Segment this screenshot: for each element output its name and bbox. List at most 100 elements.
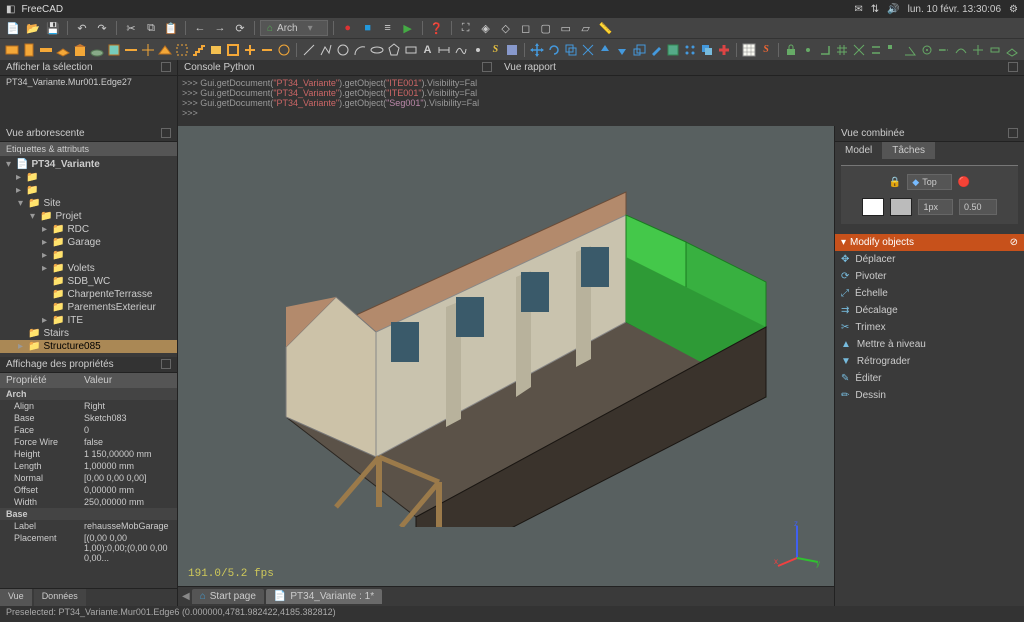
property-row[interactable]: LabelrehausseMobGarage <box>0 520 177 532</box>
network-icon[interactable]: ⇅ <box>871 4 879 15</box>
property-row[interactable]: Height1 150,00000 mm <box>0 448 177 460</box>
draft-to-sketch-icon[interactable] <box>665 41 681 59</box>
move-icon[interactable] <box>529 41 545 59</box>
task-item[interactable]: ⇉Décalage <box>835 302 1024 319</box>
paste-icon[interactable]: 📋 <box>162 19 180 37</box>
wire-icon[interactable] <box>318 41 334 59</box>
remove-icon[interactable] <box>259 41 275 59</box>
workbench-selector[interactable]: ⌂Arch▾ <box>260 20 328 36</box>
rectangle-icon[interactable] <box>403 41 419 59</box>
site-icon[interactable] <box>89 41 105 59</box>
tab-data[interactable]: Données <box>34 589 86 606</box>
circle-icon[interactable] <box>335 41 351 59</box>
property-row[interactable]: Offset0,00000 mm <box>0 484 177 496</box>
snap-par-icon[interactable] <box>868 41 884 59</box>
tab-model[interactable]: Model <box>835 142 882 159</box>
property-row[interactable]: Normal[0,00 0,00 0,00] <box>0 472 177 484</box>
snap-ext-icon[interactable] <box>936 41 952 59</box>
measure-icon[interactable]: 📏 <box>597 19 615 37</box>
snap-ang-icon[interactable] <box>902 41 918 59</box>
refresh-icon[interactable]: ⟳ <box>231 19 249 37</box>
line-icon[interactable] <box>301 41 317 59</box>
save-icon[interactable]: 💾 <box>44 19 62 37</box>
tree-item[interactable]: ▸📁 <box>0 249 177 262</box>
tree-item[interactable]: ▸📁 <box>0 184 177 197</box>
property-row[interactable]: AlignRight <box>0 400 177 412</box>
tab-document[interactable]: 📄PT34_Variante : 1* <box>266 589 382 604</box>
view-cube-icon[interactable]: ◻ <box>517 19 535 37</box>
tree-item[interactable]: ▸📁 <box>0 171 177 184</box>
panel-icon[interactable] <box>208 41 224 59</box>
scale-icon[interactable] <box>631 41 647 59</box>
tree-item[interactable]: ▸📁ITE <box>0 314 177 327</box>
space-icon[interactable] <box>174 41 190 59</box>
section-icon[interactable] <box>123 41 139 59</box>
undo-icon[interactable]: ↶ <box>73 19 91 37</box>
help-icon[interactable]: ❓ <box>428 19 446 37</box>
properties-table[interactable]: ArchAlignRightBaseSketch083Face0Force Wi… <box>0 388 177 589</box>
color-style-icon[interactable]: 🔴 <box>958 177 970 188</box>
roof-icon[interactable] <box>157 41 173 59</box>
tree-item[interactable]: ▾📁Site <box>0 197 177 210</box>
wall-icon[interactable] <box>4 41 20 59</box>
survey-icon[interactable] <box>276 41 292 59</box>
snap-near-icon[interactable] <box>953 41 969 59</box>
task-item[interactable]: ⤢Échelle <box>835 285 1024 302</box>
snap-perp-icon[interactable] <box>817 41 833 59</box>
facebinder-icon[interactable] <box>504 41 520 59</box>
offset-icon[interactable] <box>563 41 579 59</box>
task-collapse-icon[interactable]: ⊘ <box>1010 237 1018 248</box>
property-row[interactable]: Force Wirefalse <box>0 436 177 448</box>
heal-icon[interactable] <box>716 41 732 59</box>
macro-record-icon[interactable]: ● <box>339 19 357 37</box>
task-item[interactable]: ✂Trimex <box>835 319 1024 336</box>
axis-icon[interactable] <box>140 41 156 59</box>
window-icon[interactable] <box>106 41 122 59</box>
macro-list-icon[interactable]: ≡ <box>379 19 397 37</box>
stairs-icon[interactable] <box>191 41 207 59</box>
view-side-icon[interactable]: ▭ <box>557 19 575 37</box>
snap-grid-icon[interactable] <box>834 41 850 59</box>
snap-mid-icon[interactable] <box>800 41 816 59</box>
tree-view[interactable]: ▾📄PT34_Variante ▸📁 ▸📁 ▾📁Site▾📁Projet▸📁RD… <box>0 156 177 357</box>
redo-icon[interactable]: ↷ <box>93 19 111 37</box>
macro-stop-icon[interactable]: ■ <box>359 19 377 37</box>
task-item[interactable]: ⟳Pivoter <box>835 268 1024 285</box>
task-item[interactable]: ▲Mettre à niveau <box>835 336 1024 353</box>
close-icon[interactable] <box>161 128 171 138</box>
settings-icon[interactable]: ⚙ <box>1009 4 1018 15</box>
face-color-picker[interactable] <box>890 198 912 216</box>
mail-icon[interactable]: ✉ <box>854 4 862 15</box>
arrow-left-icon[interactable]: ← <box>191 19 209 37</box>
point-icon[interactable] <box>470 41 486 59</box>
linewidth-spinner[interactable]: 1px <box>918 199 953 215</box>
snap-end-icon[interactable] <box>885 41 901 59</box>
close-icon[interactable] <box>482 62 492 72</box>
open-file-icon[interactable]: 📂 <box>24 19 42 37</box>
tree-item[interactable]: ▸📁Structure085 <box>0 340 177 353</box>
3d-viewport[interactable]: 191.0/5.2 fps z x y <box>178 126 834 586</box>
task-item[interactable]: ✥Déplacer <box>835 251 1024 268</box>
text-icon[interactable]: A <box>420 41 436 59</box>
shapestring-icon[interactable]: S <box>487 41 503 59</box>
tree-item[interactable]: ▸📁RDC <box>0 223 177 236</box>
property-row[interactable]: Placement[(0,00 0,00 1,00);0,00;(0,00 0,… <box>0 532 177 564</box>
task-item[interactable]: ✎Éditer <box>835 370 1024 387</box>
line-color-picker[interactable] <box>862 198 884 216</box>
close-icon[interactable] <box>1008 62 1018 72</box>
tree-item[interactable]: 📁SDB_WC <box>0 275 177 288</box>
snap-cen-icon[interactable] <box>919 41 935 59</box>
cut-icon[interactable]: ✂ <box>122 19 140 37</box>
ellipse-icon[interactable] <box>369 41 385 59</box>
snap-ortho-icon[interactable] <box>970 41 986 59</box>
property-row[interactable]: Face0 <box>0 424 177 436</box>
close-icon[interactable] <box>161 62 171 72</box>
view-fit-icon[interactable]: ⛶ <box>457 19 475 37</box>
upgrade-icon[interactable] <box>597 41 613 59</box>
volume-icon[interactable]: 🔊 <box>887 4 899 15</box>
structure-icon[interactable] <box>21 41 37 59</box>
floor-icon[interactable] <box>55 41 71 59</box>
lock-icon[interactable]: 🔒 <box>889 177 901 188</box>
snap-lock-icon[interactable] <box>783 41 799 59</box>
downgrade-icon[interactable] <box>614 41 630 59</box>
